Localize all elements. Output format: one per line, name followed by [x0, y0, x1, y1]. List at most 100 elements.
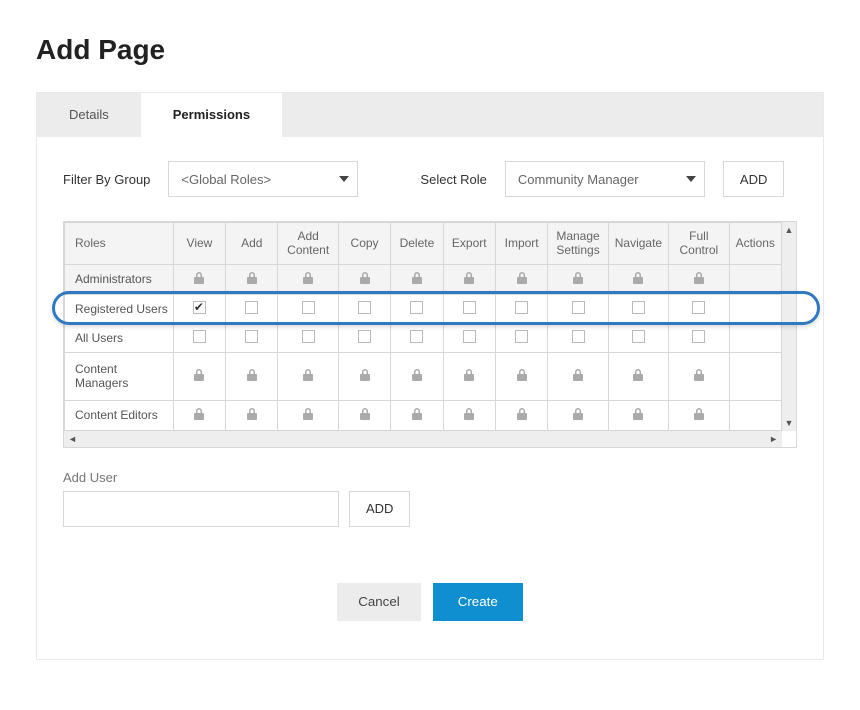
lock-icon	[463, 368, 475, 384]
role-select[interactable]: Community Manager	[505, 161, 705, 197]
permission-cell	[173, 294, 225, 323]
add-user-label: Add User	[63, 470, 797, 485]
permission-cell	[226, 294, 278, 323]
permission-cell	[669, 294, 729, 323]
permission-checkbox[interactable]	[572, 301, 585, 314]
permission-cell	[278, 264, 338, 294]
page-title: Add Page	[36, 34, 824, 66]
permission-cell	[338, 264, 390, 294]
permission-cell	[173, 352, 225, 400]
table-row: Content Editors	[65, 400, 782, 430]
permission-cell	[173, 400, 225, 430]
role-select-value: Community Manager	[518, 172, 639, 187]
scroll-right-icon: ►	[769, 434, 778, 444]
permission-checkbox[interactable]	[692, 330, 705, 343]
permission-cell	[443, 400, 495, 430]
permission-checkbox[interactable]	[515, 301, 528, 314]
permission-checkbox[interactable]	[410, 301, 423, 314]
column-header: View	[173, 223, 225, 265]
role-cell: Content Editors	[65, 400, 174, 430]
permission-cell	[338, 400, 390, 430]
role-cell: All Users	[65, 323, 174, 352]
lock-icon	[246, 271, 258, 287]
filter-group-select[interactable]: <Global Roles>	[168, 161, 358, 197]
column-header: Add Content	[278, 223, 338, 265]
cancel-button[interactable]: Cancel	[337, 583, 421, 621]
permission-cell	[173, 323, 225, 352]
permission-checkbox[interactable]	[463, 301, 476, 314]
column-header: Import	[495, 223, 547, 265]
permission-checkbox[interactable]	[193, 330, 206, 343]
permission-cell	[669, 323, 729, 352]
filters-row: Filter By Group <Global Roles> Select Ro…	[63, 161, 797, 197]
permission-cell	[608, 352, 668, 400]
permission-cell	[278, 400, 338, 430]
permission-checkbox[interactable]	[572, 330, 585, 343]
permission-cell	[669, 264, 729, 294]
permission-cell	[548, 294, 608, 323]
column-header: Add	[226, 223, 278, 265]
table-row: Registered Users	[65, 294, 782, 323]
permission-checkbox[interactable]	[358, 301, 371, 314]
permission-checkbox[interactable]	[632, 330, 645, 343]
permission-checkbox[interactable]	[463, 330, 476, 343]
permission-cell	[226, 323, 278, 352]
permission-checkbox[interactable]	[515, 330, 528, 343]
permission-checkbox[interactable]	[302, 301, 315, 314]
column-header: Full Control	[669, 223, 729, 265]
permission-checkbox[interactable]	[692, 301, 705, 314]
permission-checkbox[interactable]	[245, 301, 258, 314]
table-row: Content Managers	[65, 352, 782, 400]
permission-cell	[495, 400, 547, 430]
filter-by-group-label: Filter By Group	[63, 172, 150, 187]
lock-icon	[411, 407, 423, 423]
lock-icon	[246, 407, 258, 423]
tab-permissions[interactable]: Permissions	[141, 93, 282, 137]
lock-icon	[632, 271, 644, 287]
tab-details[interactable]: Details	[37, 93, 141, 137]
column-header: Delete	[391, 223, 443, 265]
lock-icon	[693, 271, 705, 287]
lock-icon	[516, 271, 528, 287]
column-header: Roles	[65, 223, 174, 265]
add-user-input[interactable]	[63, 491, 339, 527]
lock-icon	[359, 368, 371, 384]
permission-checkbox[interactable]	[302, 330, 315, 343]
table-row: Administrators	[65, 264, 782, 294]
permission-cell	[391, 323, 443, 352]
add-user-button[interactable]: ADD	[349, 491, 410, 527]
permission-cell	[729, 323, 781, 352]
vertical-scrollbar[interactable]: ▲ ▼	[782, 222, 796, 431]
lock-icon	[193, 368, 205, 384]
column-header: Export	[443, 223, 495, 265]
permission-cell	[729, 352, 781, 400]
lock-icon	[693, 368, 705, 384]
permission-checkbox[interactable]	[358, 330, 371, 343]
permission-cell	[495, 352, 547, 400]
add-user-block: Add User ADD	[63, 470, 797, 527]
scroll-down-icon: ▼	[785, 418, 794, 428]
lock-icon	[246, 368, 258, 384]
permission-cell	[548, 352, 608, 400]
permission-checkbox[interactable]	[632, 301, 645, 314]
horizontal-scrollbar[interactable]: ◄ ►	[64, 431, 782, 447]
content-panel: Details Permissions Filter By Group <Glo…	[36, 92, 824, 660]
permission-cell	[729, 264, 781, 294]
permission-cell	[548, 323, 608, 352]
add-role-button[interactable]: ADD	[723, 161, 784, 197]
permission-cell	[278, 352, 338, 400]
footer-buttons: Cancel Create	[63, 583, 797, 621]
lock-icon	[693, 407, 705, 423]
permission-checkbox[interactable]	[245, 330, 258, 343]
permission-checkbox[interactable]	[410, 330, 423, 343]
table-row: All Users	[65, 323, 782, 352]
lock-icon	[516, 407, 528, 423]
permission-cell	[729, 400, 781, 430]
permission-cell	[669, 352, 729, 400]
permissions-table: RolesViewAddAdd ContentCopyDeleteExportI…	[64, 222, 782, 431]
permission-cell	[608, 264, 668, 294]
lock-icon	[411, 368, 423, 384]
create-button[interactable]: Create	[433, 583, 523, 621]
role-cell: Registered Users	[65, 294, 174, 323]
permission-checkbox[interactable]	[193, 301, 206, 314]
